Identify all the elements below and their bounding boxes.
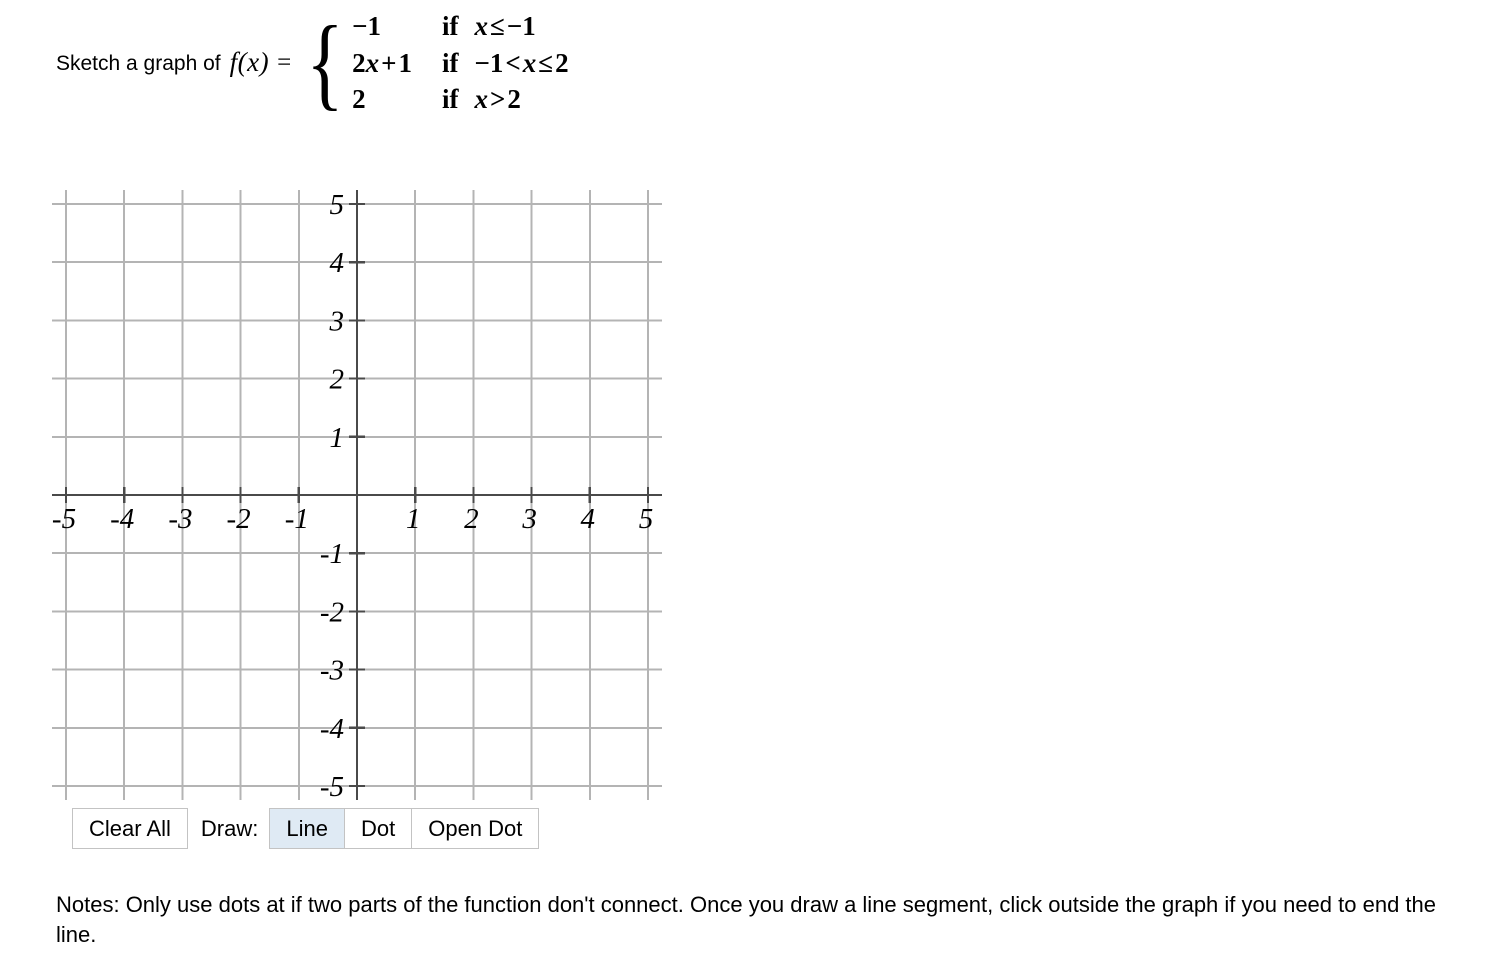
y-axis-label: -4 xyxy=(320,713,344,745)
draw-mode-label: Draw: xyxy=(200,815,259,841)
draw-mode-dot-button[interactable]: Dot xyxy=(344,808,413,849)
notes-text: Notes: Only use dots at if two parts of … xyxy=(56,892,1437,948)
x-axis-label: 3 xyxy=(521,503,537,535)
coordinate-plane[interactable]: -5 -4 -3 -2 -1 1 2 3 4 5 5 4 3 2 1 -1 -2 -3 -4 -5 xyxy=(0,0,700,810)
y-axis-label: 4 xyxy=(330,247,345,279)
x-axis-labels: -5 -4 -3 -2 -1 1 2 3 4 5 xyxy=(52,503,653,535)
y-axis-label: -1 xyxy=(320,538,344,570)
axes xyxy=(52,190,662,800)
y-axis-label: 2 xyxy=(330,364,345,396)
y-axis-label: 1 xyxy=(330,422,345,454)
x-axis-label: 2 xyxy=(464,503,479,535)
x-axis-label: -5 xyxy=(52,503,76,535)
y-axis-label: -2 xyxy=(320,596,344,628)
graph-canvas[interactable]: -5 -4 -3 -2 -1 1 2 3 4 5 5 4 3 2 1 -1 -2 -3 -4 -5 xyxy=(0,0,700,815)
y-axis-label: 5 xyxy=(330,189,345,221)
draw-mode-open-dot-button[interactable]: Open Dot xyxy=(412,808,540,849)
y-axis-label: -3 xyxy=(320,655,344,687)
x-axis-label: 1 xyxy=(406,503,421,535)
drawing-toolbar: Clear All Draw: Line Dot Open Dot xyxy=(72,808,540,849)
clear-all-button[interactable]: Clear All xyxy=(72,808,188,849)
x-axis-label: -1 xyxy=(285,503,309,535)
x-axis-label: -4 xyxy=(110,503,134,535)
draw-mode-group: Line Dot Open Dot xyxy=(269,808,540,849)
y-axis-label: -5 xyxy=(320,771,344,803)
x-axis-label: -3 xyxy=(168,503,192,535)
x-axis-label: 5 xyxy=(639,503,654,535)
y-axis-label: 3 xyxy=(329,305,345,337)
draw-mode-line-button[interactable]: Line xyxy=(269,808,345,849)
x-axis-label: 4 xyxy=(581,503,596,535)
x-axis-label: -2 xyxy=(227,503,251,535)
